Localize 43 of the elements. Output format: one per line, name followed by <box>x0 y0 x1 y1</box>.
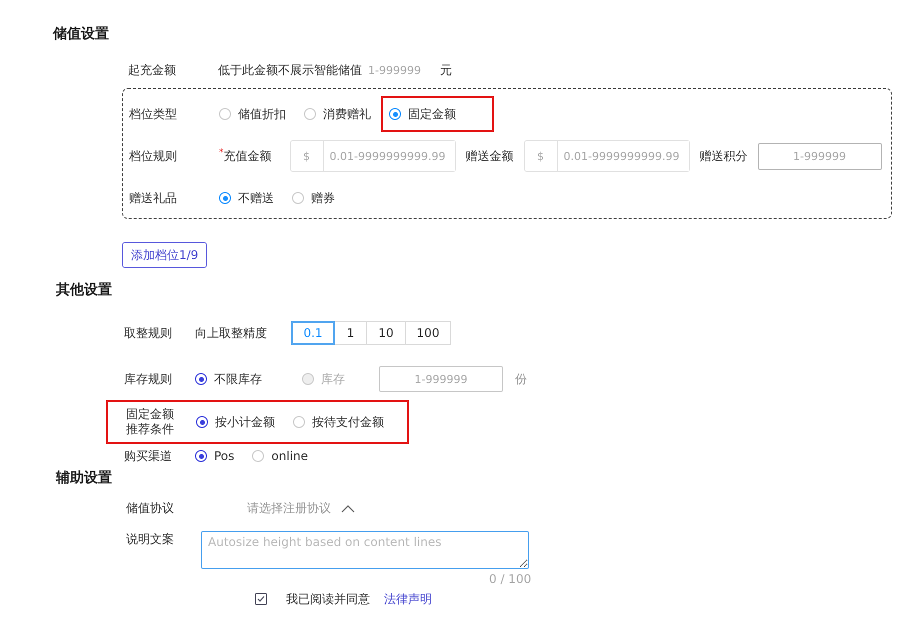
description-field[interactable]: Autosize height based on content lines <box>201 531 529 569</box>
section-title: 储值设置 <box>53 25 110 44</box>
field-label: 赠送金额 <box>466 148 514 164</box>
segment-button[interactable]: 10 <box>366 321 406 345</box>
field-label: 赠送积分 <box>700 148 748 164</box>
radio-option[interactable]: Pos <box>195 443 238 469</box>
field-label: 赠送礼品 <box>129 190 178 206</box>
field-label: 说明文案 <box>126 531 175 548</box>
segment-button[interactable]: 100 <box>405 321 451 345</box>
checkbox[interactable] <box>255 593 267 605</box>
add-tier-button[interactable]: 添加档位1/9 <box>122 242 208 268</box>
section-title: 辅助设置 <box>56 469 113 488</box>
section-title: 其他设置 <box>56 281 113 300</box>
amount-field[interactable]: 1-999999 <box>368 64 440 76</box>
chevron-icon[interactable] <box>341 504 355 512</box>
segment-button[interactable]: 1 <box>334 321 367 345</box>
radio-option[interactable]: 按小计金额 <box>196 409 279 435</box>
radio-option[interactable]: 不限库存 <box>195 366 266 392</box>
radio-option[interactable]: online <box>252 443 312 469</box>
field-label: 向上取整精度 <box>195 324 268 342</box>
field-label: 档位类型 <box>129 106 178 122</box>
radio-option[interactable]: 固定金额 <box>383 98 492 130</box>
field-label: 储值协议 <box>126 500 175 516</box>
radio-option[interactable]: 储值折扣 <box>219 101 290 127</box>
stock-field[interactable]: 1-999999 <box>379 366 503 392</box>
unit-label: 元 <box>440 62 452 78</box>
radio-option[interactable]: 赠券 <box>292 185 339 211</box>
character-counter: 0 / 100 <box>489 571 529 587</box>
field-label: *充值金额 <box>219 148 272 164</box>
unit-label: 份 <box>515 370 527 388</box>
field-label: 起充金额 <box>128 62 177 78</box>
field-label: 固定金额 推荐条件 <box>126 407 175 437</box>
field-label: 购买渠道 <box>124 448 173 464</box>
radio-option[interactable]: 不赠送 <box>219 185 278 211</box>
field-label: 档位规则 <box>129 148 178 164</box>
hint-text: 低于此金额不展示智能储值 <box>218 62 362 78</box>
radio-option[interactable]: 消费赠礼 <box>304 101 375 127</box>
radio-option[interactable]: 按待支付金额 <box>293 409 388 435</box>
field-label: 库存规则 <box>124 370 173 388</box>
field-label: 取整规则 <box>124 324 173 342</box>
points-field[interactable]: 1-999999 <box>758 142 882 170</box>
legal-link[interactable]: 法律声明 <box>384 590 432 608</box>
consent-text: 我已阅读并同意 <box>286 590 370 608</box>
